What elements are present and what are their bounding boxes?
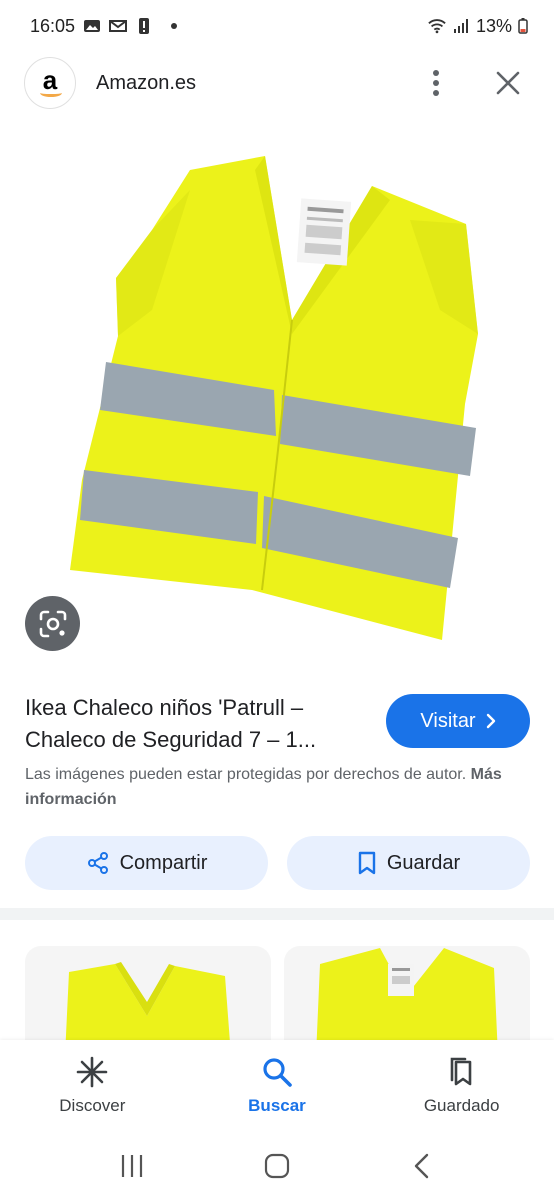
nav-saved[interactable]: Guardado	[387, 1056, 537, 1116]
search-icon	[263, 1058, 292, 1087]
more-vert-icon	[433, 70, 439, 96]
google-lens-button[interactable]	[25, 596, 80, 651]
alert-icon	[139, 18, 150, 34]
share-label: Compartir	[119, 851, 208, 874]
action-buttons: Compartir Guardar	[25, 836, 530, 890]
save-button[interactable]: Guardar	[287, 836, 530, 890]
recent-apps-icon[interactable]	[119, 1153, 145, 1179]
copyright-notice: Las imágenes pueden estar protegidas por…	[25, 762, 525, 812]
signal-icon	[453, 19, 468, 33]
home-icon[interactable]	[264, 1153, 290, 1179]
result-title[interactable]: Ikea Chaleco niños 'Patrull – Chaleco de…	[25, 692, 365, 756]
nav-search-label: Buscar	[248, 1096, 306, 1115]
image-notification-icon	[84, 20, 101, 32]
system-navigation-bar	[0, 1132, 554, 1200]
lens-icon	[39, 610, 66, 637]
save-label: Guardar	[386, 851, 461, 874]
status-bar: 16:05 13%	[0, 0, 554, 52]
chevron-right-icon	[486, 713, 495, 729]
copyright-text: Las imágenes pueden estar protegidas por…	[25, 766, 467, 783]
bottom-navigation: Discover Buscar Guardado	[0, 1040, 554, 1132]
section-divider	[0, 908, 554, 920]
more-options-button[interactable]	[414, 61, 458, 105]
bookmark-icon	[358, 851, 376, 875]
battery-level: 13%	[475, 15, 512, 36]
visit-button[interactable]: Visitar	[386, 694, 530, 748]
share-button[interactable]: Compartir	[25, 836, 268, 890]
status-time: 16:05	[30, 15, 76, 36]
nav-saved-label: Guardado	[423, 1096, 500, 1115]
battery-icon	[518, 18, 528, 34]
close-button[interactable]	[486, 61, 530, 105]
logo-smile-icon	[40, 89, 62, 97]
site-name[interactable]: Amazon.es	[96, 72, 414, 95]
nav-search[interactable]: Buscar	[202, 1056, 352, 1116]
product-image[interactable]	[0, 120, 554, 660]
discover-icon	[77, 1056, 108, 1088]
back-icon[interactable]	[409, 1153, 435, 1179]
safety-vest-illustration	[70, 156, 478, 640]
wifi-icon	[428, 19, 446, 34]
result-title-row: Ikea Chaleco niños 'Patrull – Chaleco de…	[25, 692, 530, 756]
close-icon	[496, 71, 520, 95]
share-icon	[87, 852, 108, 874]
source-header: a Amazon.es	[0, 52, 554, 114]
saved-icon	[450, 1057, 471, 1086]
more-notifications-dot	[171, 23, 178, 29]
amazon-logo[interactable]: a	[24, 57, 76, 109]
nav-discover[interactable]: Discover	[17, 1056, 167, 1116]
visit-label: Visitar	[420, 709, 476, 732]
gmail-icon	[109, 20, 128, 32]
nav-discover-label: Discover	[59, 1096, 126, 1115]
